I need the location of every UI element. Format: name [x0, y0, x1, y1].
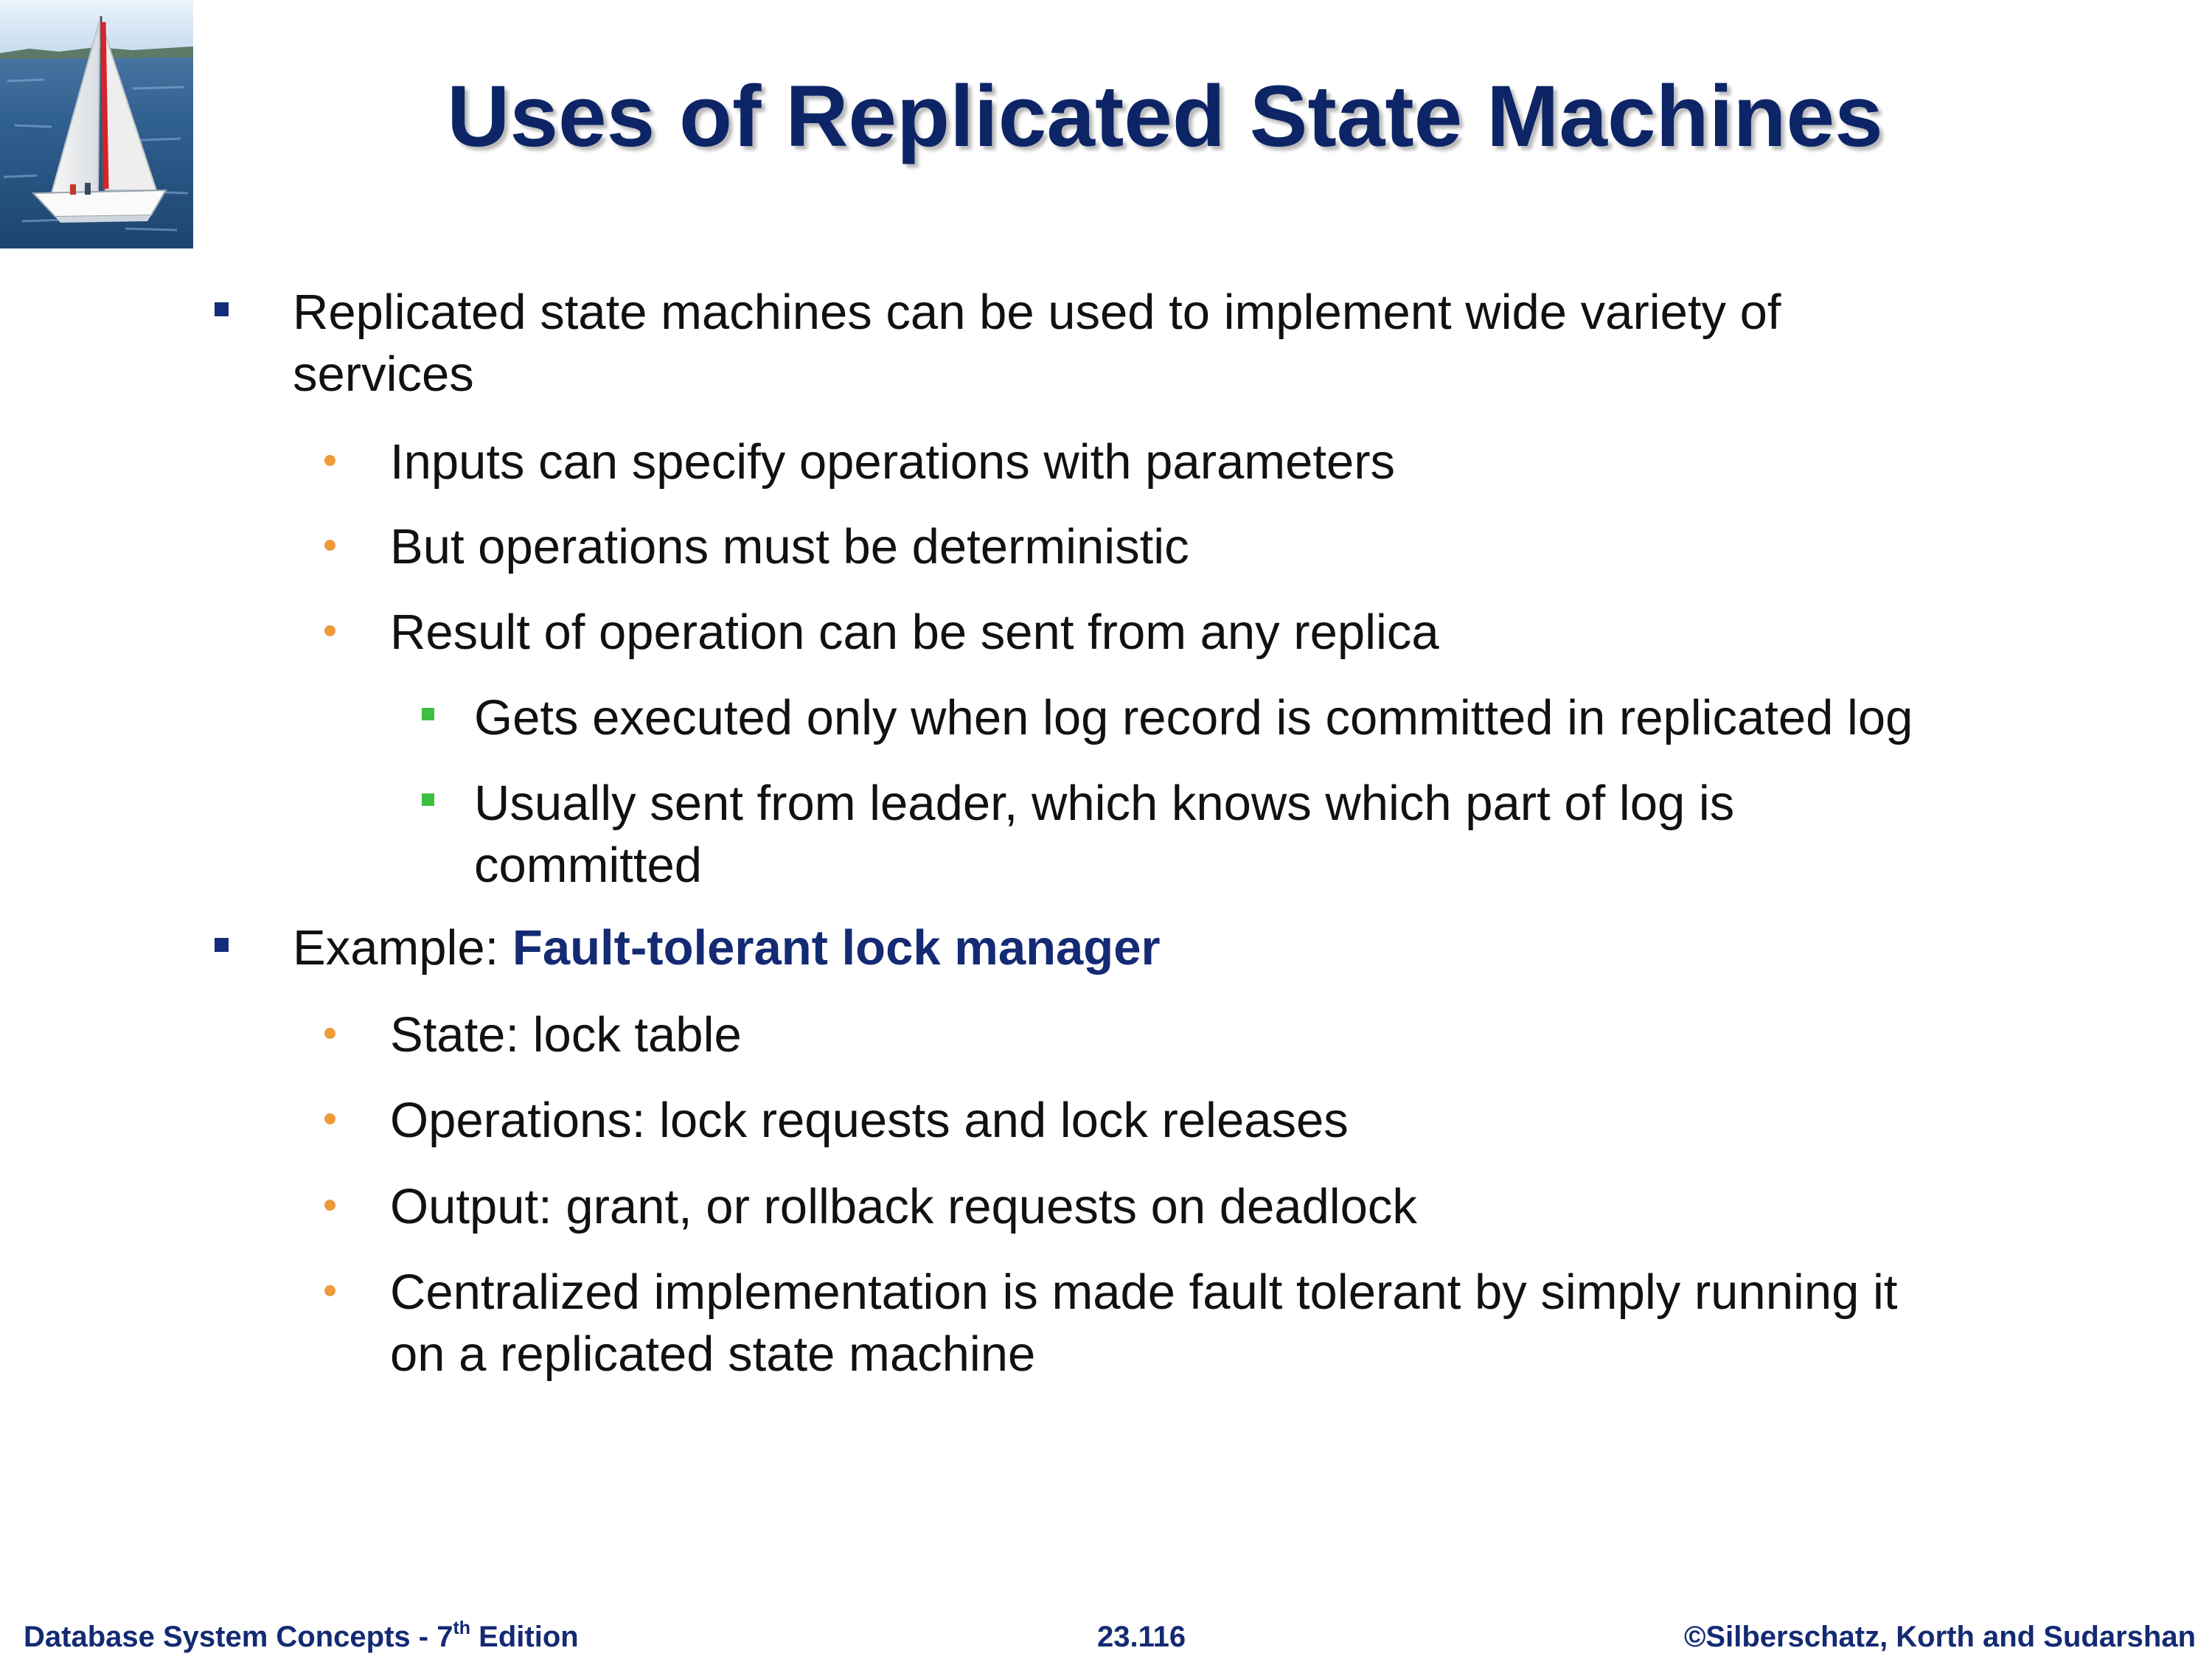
sub-bullet-text: Operations: lock requests and lock relea… — [390, 1093, 1349, 1148]
square-bullet-icon — [215, 302, 229, 316]
dot-bullet-icon — [324, 455, 335, 466]
square-bullet-icon — [215, 938, 229, 952]
footer-page-number: 23.116 — [1097, 1621, 1186, 1653]
sub-bullet-text: Output: grant, or rollback requests on d… — [390, 1179, 1417, 1234]
dot-bullet-icon — [324, 1113, 335, 1124]
sub-bullet-text: Inputs can specify operations with param… — [390, 434, 1396, 490]
square-sub-bullet-icon — [422, 708, 434, 720]
sub-bullet-text: Centralized implementation is made fault… — [390, 1265, 1898, 1320]
dot-bullet-icon — [324, 540, 335, 551]
bullet-text-continuation: services — [293, 347, 474, 402]
slide-content: Replicated state machines can be used to… — [0, 0, 2212, 1659]
sub-bullet-text: State: lock table — [390, 1007, 742, 1062]
sub-sub-bullet-text: Usually sent from leader, which knows wh… — [474, 776, 1735, 831]
sub-bullet-text: But operations must be deterministic — [390, 519, 1189, 574]
footer-book-title: Database System Concepts - 7th Edition — [24, 1618, 579, 1654]
sub-bullet-text-continuation: on a replicated state machine — [390, 1326, 1036, 1382]
square-sub-bullet-icon — [422, 793, 434, 806]
footer-copyright: ©Silberschatz, Korth and Sudarshan — [1683, 1621, 2196, 1653]
dot-bullet-icon — [324, 1028, 335, 1039]
dot-bullet-icon — [324, 625, 335, 636]
emphasis-text: Fault-tolerant lock manager — [512, 920, 1161, 975]
bullet-text: Replicated state machines can be used to… — [293, 285, 1781, 340]
sub-sub-bullet-text-continuation: committed — [474, 838, 703, 893]
dot-bullet-icon — [324, 1285, 335, 1296]
bullet-text: Example: Fault-tolerant lock manager — [293, 917, 1161, 979]
sub-sub-bullet-text: Gets executed only when log record is co… — [474, 690, 1913, 745]
sub-bullet-text: Result of operation can be sent from any… — [390, 605, 1439, 660]
example-label: Example: — [293, 920, 512, 975]
dot-bullet-icon — [324, 1200, 335, 1211]
